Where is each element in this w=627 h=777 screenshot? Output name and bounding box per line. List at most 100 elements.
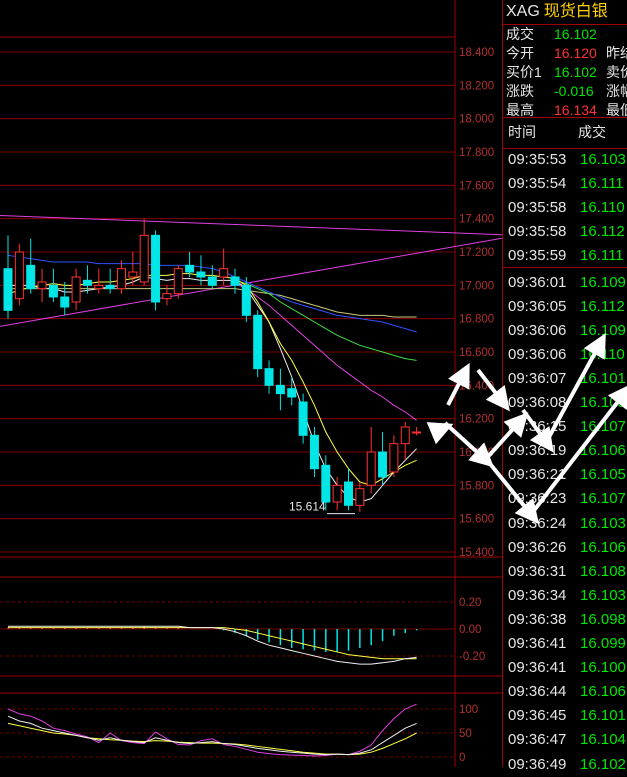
candle-down — [378, 451, 388, 478]
candle-down — [60, 296, 70, 308]
trade-row[interactable]: 09:36:01 16.109 — [503, 271, 627, 295]
kdj-tick-label: 100 — [459, 704, 478, 716]
quote-label-secondary: 最低 — [606, 102, 627, 118]
candle-down — [253, 314, 263, 370]
price-tick-label: 17.400 — [459, 214, 494, 226]
price-tick-label: 16.800 — [459, 314, 494, 326]
trade-time: 09:36:06 — [508, 345, 567, 363]
trade-price: 16.098 — [580, 610, 626, 628]
trade-price: 16.100 — [580, 659, 626, 677]
price-tick-label: 18.200 — [459, 80, 494, 92]
price-tick-label: 16.600 — [459, 347, 494, 359]
candle-up — [355, 488, 365, 506]
price-tick-label: 17.600 — [459, 180, 494, 192]
trade-row[interactable]: 09:36:06 16.109 — [503, 319, 627, 343]
quote-row: 买价1 16.102 卖价 — [506, 63, 627, 82]
trade-row[interactable]: 09:36:06 16.110 — [503, 343, 627, 367]
trade-row[interactable]: 09:35:59 16.111 — [503, 244, 627, 268]
trade-time: 09:36:49 — [508, 755, 567, 773]
candle-down — [230, 276, 240, 286]
trade-price: 16.110 — [580, 345, 625, 363]
candle-up — [94, 284, 104, 290]
candle-up — [71, 276, 81, 303]
trade-price: 16.101 — [580, 369, 626, 387]
trade-row[interactable]: 09:36:44 16.106 — [503, 680, 627, 704]
trade-time: 09:36:05 — [508, 297, 567, 315]
candle-up — [162, 293, 172, 300]
trade-time: 09:36:07 — [508, 369, 567, 387]
trade-time: 09:36:08 — [508, 394, 567, 411]
ma-yellow-line — [7, 273, 417, 486]
trade-row[interactable]: 09:35:58 16.112 — [503, 220, 627, 244]
macd-tick-label: 0.00 — [459, 624, 481, 636]
trade-price: 16.101 — [580, 707, 626, 725]
trade-row[interactable]: 09:36:24 16.103 — [503, 512, 627, 536]
trade-row[interactable]: 09:36:41 16.100 — [503, 656, 627, 680]
trade-time: 09:35:53 — [508, 151, 567, 168]
trade-price: 16.103 — [580, 151, 626, 168]
kdj-tick-label: 0 — [459, 752, 465, 764]
price-tick-label: 15.400 — [459, 547, 494, 559]
trade-table-header: 时间 成交 — [503, 117, 627, 149]
trade-row[interactable]: 09:36:23 16.107 — [503, 487, 627, 511]
trade-price: 16.111 — [580, 175, 624, 193]
trade-row[interactable]: 09:36:38 16.098 — [503, 608, 627, 632]
trade-row[interactable]: 09:35:53 16.103 — [503, 148, 627, 172]
trade-row[interactable]: 09:35:54 16.111 — [503, 172, 627, 196]
trade-price: 16.106 — [580, 683, 626, 701]
trade-price: 16.103 — [580, 514, 626, 532]
price-tick-label: 16.200 — [459, 414, 494, 426]
trade-price: 16.106 — [580, 538, 626, 556]
quote-row: 今开 16.120 昨结 — [506, 44, 627, 63]
candle-up — [117, 268, 126, 290]
trade-row[interactable]: 09:36:34 16.103 — [503, 584, 627, 608]
trade-price: 16.112 — [580, 223, 625, 241]
trade-row[interactable]: 09:36:21 16.105 — [503, 463, 627, 487]
price-column-header: 成交 — [578, 124, 606, 140]
candle-down — [344, 481, 353, 506]
trade-price: 16.103 — [580, 586, 626, 604]
quote-label-secondary: 昨结 — [606, 45, 627, 61]
trade-time: 09:36:01 — [508, 273, 567, 291]
quote-label: 买价1 — [506, 64, 542, 80]
kdj-j-line — [7, 703, 417, 757]
price-tick-label: 15.800 — [459, 480, 494, 492]
macd-tick-label: -0.20 — [459, 651, 485, 663]
trade-row[interactable]: 09:35:58 16.110 — [503, 196, 627, 220]
trade-row[interactable]: 09:36:31 16.108 — [503, 560, 627, 584]
candle-down — [321, 464, 331, 503]
instrument-title: XAG 现货白银 — [503, 0, 627, 25]
trade-row[interactable]: 09:36:05 16.112 — [503, 295, 627, 319]
quote-value: 16.102 — [554, 64, 597, 80]
candle-up — [332, 484, 342, 503]
trade-row[interactable]: 09:36:45 16.101 — [503, 704, 627, 728]
candle-up — [400, 426, 410, 445]
candle-up — [412, 431, 422, 434]
macd-dif-line — [8, 625, 417, 665]
macd-dea-line — [8, 627, 417, 660]
trade-time: 09:36:41 — [508, 659, 567, 677]
candle-down — [82, 279, 92, 286]
trade-time: 09:36:19 — [508, 442, 567, 460]
quote-label: 成交 — [506, 26, 534, 42]
trade-row[interactable]: 09:36:19 16.106 — [503, 439, 627, 463]
price-chart: 18.400 18.200 18.000 17.800 17.600 17.400 17.2… — [0, 0, 502, 767]
candle-down — [3, 268, 13, 311]
trade-row[interactable]: 09:36:08 16.105 — [503, 391, 627, 415]
trade-price: 16.105 — [580, 466, 626, 484]
trade-price: 16.109 — [580, 321, 626, 339]
trade-row[interactable]: 09:36:49 16.102 — [503, 753, 627, 777]
trade-price: 16.107 — [580, 418, 626, 436]
trade-time: 09:35:59 — [508, 247, 567, 265]
trade-time: 09:36:23 — [508, 490, 567, 508]
trade-row[interactable]: 09:36:15 16.107 — [503, 415, 627, 439]
trade-row[interactable]: 09:36:07 16.101 — [503, 367, 627, 391]
minute-separator — [503, 267, 627, 268]
quote-value: 16.102 — [554, 26, 597, 42]
price-tick-label: 17.800 — [459, 147, 494, 159]
trade-time: 09:36:15 — [508, 418, 567, 436]
trade-row[interactable]: 09:36:26 16.106 — [503, 536, 627, 560]
trade-time: 09:36:26 — [508, 538, 567, 556]
trade-row[interactable]: 09:36:47 16.104 — [503, 728, 627, 752]
trade-row[interactable]: 09:36:41 16.099 — [503, 632, 627, 656]
